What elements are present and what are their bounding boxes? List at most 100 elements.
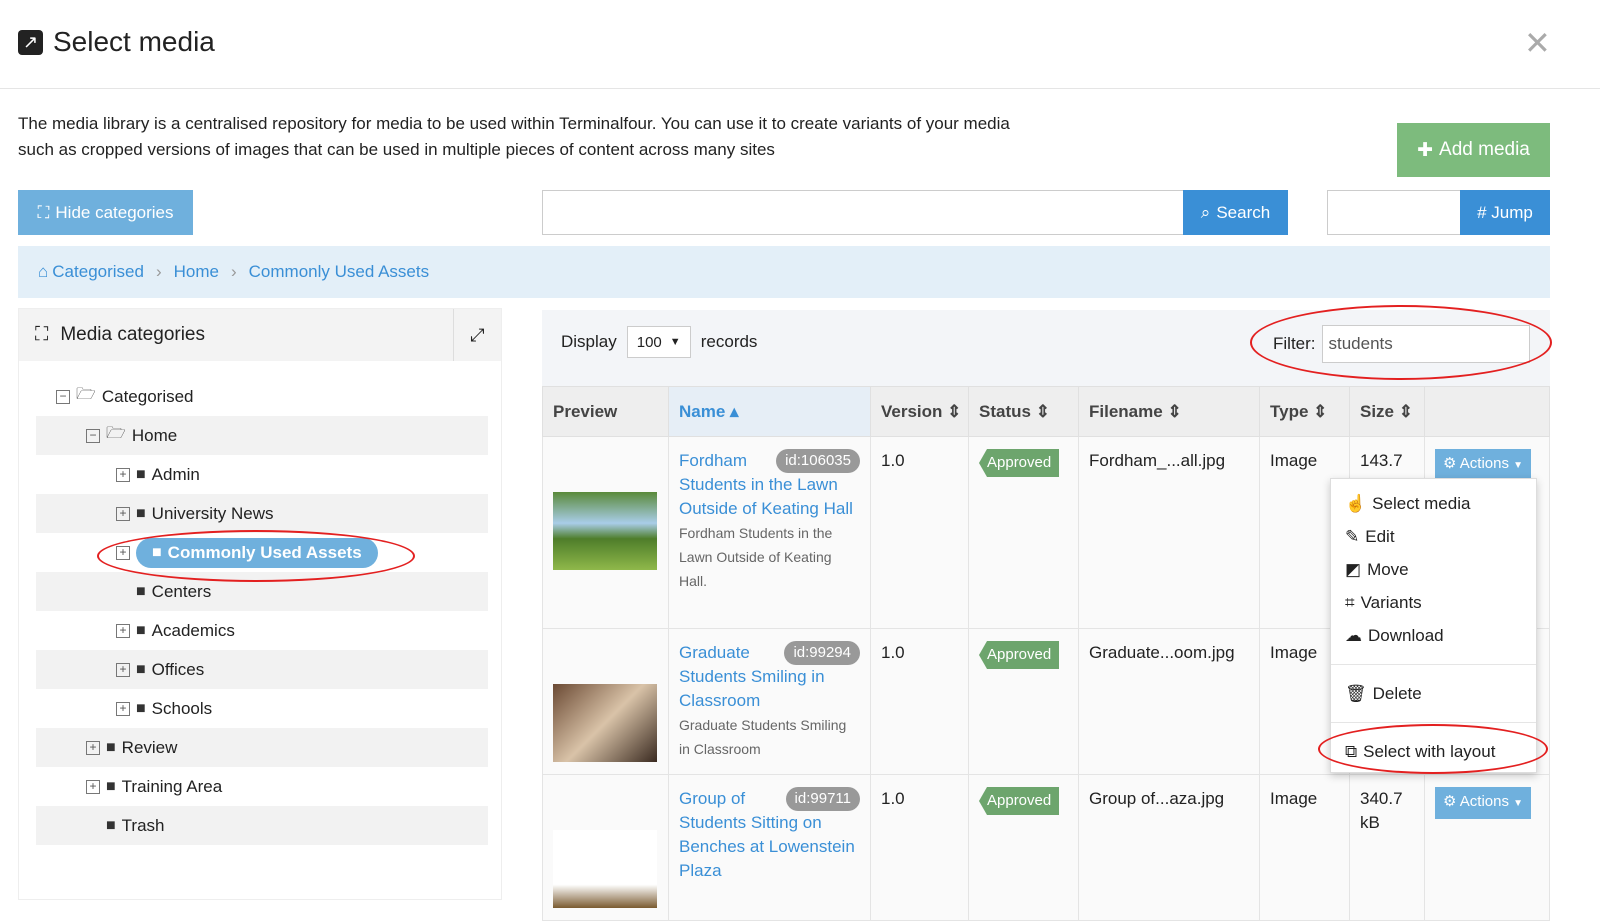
menu-download[interactable]: ☁ Download [1331,619,1536,652]
plus-toggle-icon[interactable]: + [86,740,100,755]
folder-icon: ■ [106,777,116,795]
menu-move[interactable]: ◩ Move [1331,553,1536,586]
actions-button[interactable]: ⚙ Actions ▼ [1435,787,1532,819]
actions-button[interactable]: ⚙ Actions ▼ [1435,449,1532,481]
folder-icon: ■ [106,738,116,756]
dialog-title: ↗ Select media [18,26,215,58]
folder-icon: ■ [136,660,146,678]
expand-icon[interactable]: ⤢ [453,309,501,361]
version: 1.0 [870,774,969,921]
add-media-button[interactable]: ✚ Add media [1397,123,1550,177]
hide-categories-button[interactable]: ⛶ Hide categories [18,190,193,235]
filename: Graduate...oom.jpg [1078,628,1260,775]
plus-toggle-icon[interactable]: + [116,623,130,638]
display-select[interactable]: 100 ▼ [626,326,691,358]
col-filename[interactable]: Filename ⇕ [1078,386,1260,437]
breadcrumb-item[interactable]: Commonly Used Assets [249,262,429,282]
categories-title: Media categories [60,324,206,345]
search-icon: ⌕ [1200,202,1211,222]
type: Image [1259,774,1350,921]
preview-image[interactable] [553,492,657,570]
description: The media library is a centralised repos… [18,114,1010,159]
plus-toggle-icon[interactable]: + [86,779,100,794]
tree-node[interactable]: − 🗁 Categorised [36,377,488,416]
preview-image[interactable] [553,684,657,762]
sort-icon: ⇕ [1035,401,1050,421]
minus-toggle-icon[interactable]: − [86,428,100,443]
divider [0,88,1600,89]
breadcrumb-item[interactable]: Categorised [52,262,144,282]
folder-icon: ■ [106,816,116,834]
folder-icon: ■ [136,621,146,639]
move-icon: ◩ [1345,559,1362,579]
hand-pointer-icon: ☝ [1345,493,1367,513]
size: 340.7 kB [1349,774,1425,921]
preview-image[interactable] [553,830,657,908]
home-icon: ⌂ [38,262,49,281]
close-button[interactable]: ✕ [1524,24,1551,62]
tree-node[interactable]: + ■ Schools [36,689,488,728]
edit-icon: ✎ [1345,526,1360,546]
id-badge: id:99711 [785,787,860,811]
tree-node[interactable]: + ■ Offices [36,650,488,689]
highlight-oval [1318,724,1548,774]
plus-toggle-icon[interactable]: + [116,467,130,482]
menu-edit[interactable]: ✎ Edit [1331,520,1536,553]
id-badge: id:99294 [784,641,860,665]
tree-node[interactable]: ■ Trash [36,806,488,845]
status-badge: Approved [979,449,1060,477]
highlight-oval [1250,305,1552,380]
tree-node[interactable]: + ■ Academics [36,611,488,650]
sort-icon: ⇕ [1313,401,1328,421]
chevron-right-icon: › [230,262,237,281]
crop-icon: ⌗ [1345,592,1355,612]
col-name[interactable]: Name ▴ [668,386,871,437]
breadcrumb-item[interactable]: Home [174,262,219,282]
breadcrumb: ⌂ Categorised › Home › Commonly Used Asset… [18,246,1550,298]
menu-select-media[interactable]: ☝ Select media [1331,487,1536,520]
trash-icon: 🗑 [1345,683,1367,703]
tree-node[interactable]: + ■ University News [36,494,488,533]
external-link-icon: ↗ [18,29,43,55]
gear-icon: ⚙ [1443,793,1457,810]
category-tree: − 🗁 Categorised − 🗁 Home + ■ Admin + ■ University N… [36,377,488,845]
folder-open-icon: 🗁 [106,425,126,442]
status-badge: Approved [979,641,1060,669]
folder-icon: ■ [136,504,146,522]
sort-icon: ⇕ [947,401,962,421]
categories-panel: ⛶ Media categories ⤢ − 🗁 Categorised − 🗁 Home + ■… [18,308,502,900]
col-type[interactable]: Type ⇕ [1259,386,1350,437]
search-input[interactable] [542,190,1184,235]
col-size[interactable]: Size ⇕ [1349,386,1425,437]
id-badge: id:106035 [776,449,860,473]
plus-toggle-icon[interactable]: + [116,506,130,521]
folder-icon: ■ [136,465,146,483]
filename: Group of...aza.jpg [1078,774,1260,921]
filename: Fordham_...all.jpg [1078,436,1260,629]
menu-variants[interactable]: ⌗ Variants [1331,586,1536,619]
caret-down-icon: ▼ [1513,798,1524,809]
col-status[interactable]: Status ⇕ [968,386,1079,437]
menu-delete[interactable]: 🗑 Delete [1331,677,1536,710]
sort-asc-icon: ▴ [730,401,739,421]
sort-icon: ⇕ [1398,401,1414,421]
plus-toggle-icon[interactable]: + [116,701,130,716]
col-actions [1424,386,1550,437]
tree-node[interactable]: + ■ Review [36,728,488,767]
col-version[interactable]: Version ⇕ [870,386,969,437]
search-button[interactable]: ⌕ Search [1183,190,1288,235]
tree-node[interactable]: + ■ Admin [36,455,488,494]
minus-toggle-icon[interactable]: − [56,389,70,404]
tree-node[interactable]: − 🗁 Home [36,416,488,455]
status-badge: Approved [979,787,1060,815]
plus-icon: ✚ [1417,139,1434,161]
plus-toggle-icon[interactable]: + [116,662,130,677]
highlight-oval [97,530,415,582]
chevron-down-icon: ▼ [669,336,681,348]
cloud-download-icon: ☁ [1345,625,1362,645]
jump-input[interactable] [1327,190,1461,235]
media-description: Fordham Students in the Lawn Outside of … [679,525,833,589]
version: 1.0 [870,628,969,775]
jump-button[interactable]: # Jump [1460,190,1550,235]
tree-node[interactable]: + ■ Training Area [36,767,488,806]
